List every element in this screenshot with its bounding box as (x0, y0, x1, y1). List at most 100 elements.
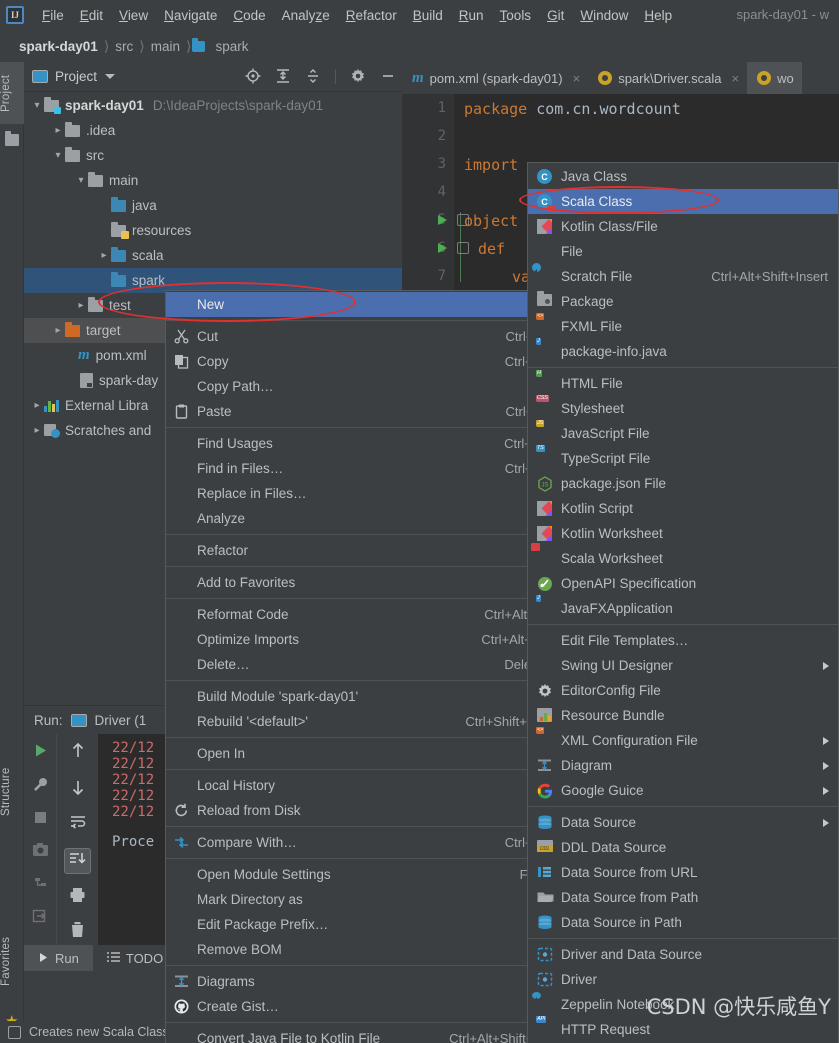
menu-item-create-gist[interactable]: Create Gist… (166, 994, 554, 1019)
menu-item-open-module-settings[interactable]: Open Module Settings F12 (166, 862, 554, 887)
menu-help[interactable]: Help (636, 5, 680, 26)
export-icon[interactable] (32, 908, 48, 929)
scroll-to-end-icon[interactable] (64, 848, 91, 874)
submenu-item-typescript-file[interactable]: TS TypeScript File (528, 445, 838, 471)
chevron-down-icon[interactable]: ▾ (74, 175, 88, 186)
menu-edit[interactable]: Edit (72, 5, 111, 26)
menu-item-build-module[interactable]: Build Module 'spark-day01' (166, 684, 554, 709)
submenu-item-resource-bundle[interactable]: Resource Bundle (528, 703, 838, 728)
submenu-item-ddl-data-source[interactable]: DDL DDL Data Source (528, 835, 838, 860)
tree-row-java[interactable]: java (24, 193, 402, 218)
tree-row-spark-day01[interactable]: ▾ spark-day01 D:\IdeaProjects\spark-day0… (24, 93, 402, 118)
menu-file[interactable]: FFileile (34, 5, 72, 26)
menu-run[interactable]: Run (451, 5, 492, 26)
menu-item-convert-java-to-kotlin[interactable]: Convert Java File to Kotlin File Ctrl+Al… (166, 1026, 554, 1043)
gear-icon[interactable] (350, 68, 366, 84)
menu-item-diagrams[interactable]: Diagrams (166, 969, 554, 994)
submenu-item-data-source[interactable]: Data Source (528, 810, 838, 835)
tree-row-resources[interactable]: resources (24, 218, 402, 243)
editor-tab-wordcount[interactable]: wo (747, 62, 802, 94)
stop-icon[interactable] (33, 810, 48, 830)
tree-row-idea[interactable]: ▸ .idea (24, 118, 402, 143)
close-icon[interactable]: × (573, 71, 581, 86)
tree-row-scala[interactable]: ▸ scala (24, 243, 402, 268)
submenu-item-javascript-file[interactable]: JS JavaScript File (528, 420, 838, 446)
menu-item-analyze[interactable]: Analyze (166, 506, 554, 531)
chevron-right-icon[interactable]: ▸ (30, 425, 44, 436)
menu-item-compare-with[interactable]: Compare With… Ctrl+D (166, 830, 554, 855)
run-gutter-icon[interactable] (438, 215, 447, 225)
chevron-right-icon[interactable]: ▸ (51, 325, 65, 336)
editor-tab-pom-xml[interactable]: m pom.xml (spark-day01) × (402, 62, 588, 94)
menu-item-add-to-favorites[interactable]: Add to Favorites (166, 570, 554, 595)
submenu-item-openapi-specification[interactable]: OpenAPI Specification (528, 571, 838, 596)
menu-item-optimize-imports[interactable]: Optimize Imports Ctrl+Alt+O (166, 627, 554, 652)
context-menu[interactable]: New Cut Ctrl+X Copy Ctrl+C Copy Path… Pa… (165, 290, 555, 1043)
menu-item-cut[interactable]: Cut Ctrl+X (166, 324, 554, 349)
menu-git[interactable]: Git (539, 5, 572, 26)
submenu-item-xml-configuration-file[interactable]: <> XML Configuration File (528, 727, 838, 753)
clear-all-icon[interactable] (70, 921, 85, 943)
run-gutter-icon[interactable] (438, 243, 447, 253)
menu-analyze[interactable]: Analyze (274, 5, 338, 26)
menu-item-reformat-code[interactable]: Reformat Code Ctrl+Alt+L (166, 602, 554, 627)
chevron-down-icon[interactable] (105, 74, 116, 79)
chevron-down-icon[interactable]: ▾ (30, 100, 44, 111)
menu-item-paste[interactable]: Paste Ctrl+V (166, 399, 554, 424)
submenu-item-swing-ui-designer[interactable]: Swing UI Designer (528, 653, 838, 678)
submenu-item-html-file[interactable]: H HTML File (528, 370, 838, 396)
menu-build[interactable]: Build (405, 5, 451, 26)
menu-item-find-in-files[interactable]: Find in Files… Ctrl+H (166, 456, 554, 481)
soft-wrap-icon[interactable] (69, 814, 87, 835)
menu-item-edit-package-prefix[interactable]: Edit Package Prefix… (166, 912, 554, 937)
submenu-item-scala-worksheet[interactable]: Scala Worksheet (528, 543, 838, 571)
menu-item-copy-path[interactable]: Copy Path… (166, 374, 554, 399)
stripe-button-structure[interactable]: Structure (0, 752, 24, 832)
menu-item-open-in[interactable]: Open In (166, 741, 554, 766)
submenu-item-package-info-java[interactable]: J package-info.java (528, 338, 838, 364)
chevron-right-icon[interactable]: ▸ (51, 125, 65, 136)
submenu-item-editorconfig-file[interactable]: EditorConfig File (528, 678, 838, 703)
bottom-tab-run[interactable]: Run (24, 945, 93, 971)
submenu-item-kotlin-script[interactable]: Kotlin Script (528, 496, 838, 521)
menu-item-replace-in-files[interactable]: Replace in Files… (166, 481, 554, 506)
chevron-right-icon[interactable]: ▸ (74, 300, 88, 311)
menu-item-reload-from-disk[interactable]: Reload from Disk (166, 798, 554, 823)
chevron-right-icon[interactable]: ▸ (30, 400, 44, 411)
submenu-item-kotlin-class-file[interactable]: Kotlin Class/File (528, 214, 838, 239)
menu-item-find-usages[interactable]: Find Usages Ctrl+G (166, 431, 554, 456)
submenu-item-data-source-in-path[interactable]: Data Source in Path (528, 910, 838, 935)
submenu-item-edit-file-templates[interactable]: Edit File Templates… (528, 628, 838, 653)
submenu-item-data-source-from-url[interactable]: Data Source from URL (528, 860, 838, 885)
tree-row-main[interactable]: ▾ main (24, 168, 402, 193)
submenu-item-java-class[interactable]: C Java Class (528, 164, 838, 189)
scroll-up-icon[interactable] (70, 742, 86, 765)
submenu-item-fxml-file[interactable]: <> FXML File (528, 313, 838, 339)
settings-wrench-icon[interactable] (32, 776, 49, 798)
menu-window[interactable]: Window (572, 5, 636, 26)
menu-item-delete[interactable]: Delete… Delete (166, 652, 554, 677)
screenshot-icon[interactable] (32, 842, 49, 862)
breadcrumb-item-project[interactable]: spark-day01 (14, 39, 103, 54)
scroll-down-icon[interactable] (70, 778, 86, 801)
code-fold-icon[interactable] (457, 242, 469, 254)
submenu-item-scratch-file[interactable]: Scratch File Ctrl+Alt+Shift+Insert (528, 263, 838, 289)
submenu-item-scala-class[interactable]: C Scala Class (528, 189, 838, 214)
minimize-icon[interactable] (380, 68, 396, 84)
menu-item-remove-bom[interactable]: Remove BOM (166, 937, 554, 962)
breadcrumb-item-src[interactable]: src (110, 39, 138, 54)
menu-refactor[interactable]: Refactor (338, 5, 405, 26)
submenu-item-driver[interactable]: Driver (528, 967, 838, 992)
menu-item-refactor[interactable]: Refactor (166, 538, 554, 563)
submenu-item-stylesheet[interactable]: CSS Stylesheet (528, 395, 838, 421)
menu-item-mark-directory-as[interactable]: Mark Directory as (166, 887, 554, 912)
editor-tab-driver-scala[interactable]: spark\Driver.scala × (588, 62, 747, 94)
locate-target-icon[interactable] (245, 68, 261, 84)
collapse-all-icon[interactable] (305, 68, 321, 84)
print-icon[interactable] (69, 887, 86, 908)
submenu-item-package[interactable]: Package (528, 289, 838, 314)
breadcrumb-item-main[interactable]: main (146, 39, 185, 54)
tree-row-src[interactable]: ▾ src (24, 143, 402, 168)
submenu-item-kotlin-worksheet[interactable]: Kotlin Worksheet (528, 521, 838, 546)
chevron-right-icon[interactable]: ▸ (97, 250, 111, 261)
